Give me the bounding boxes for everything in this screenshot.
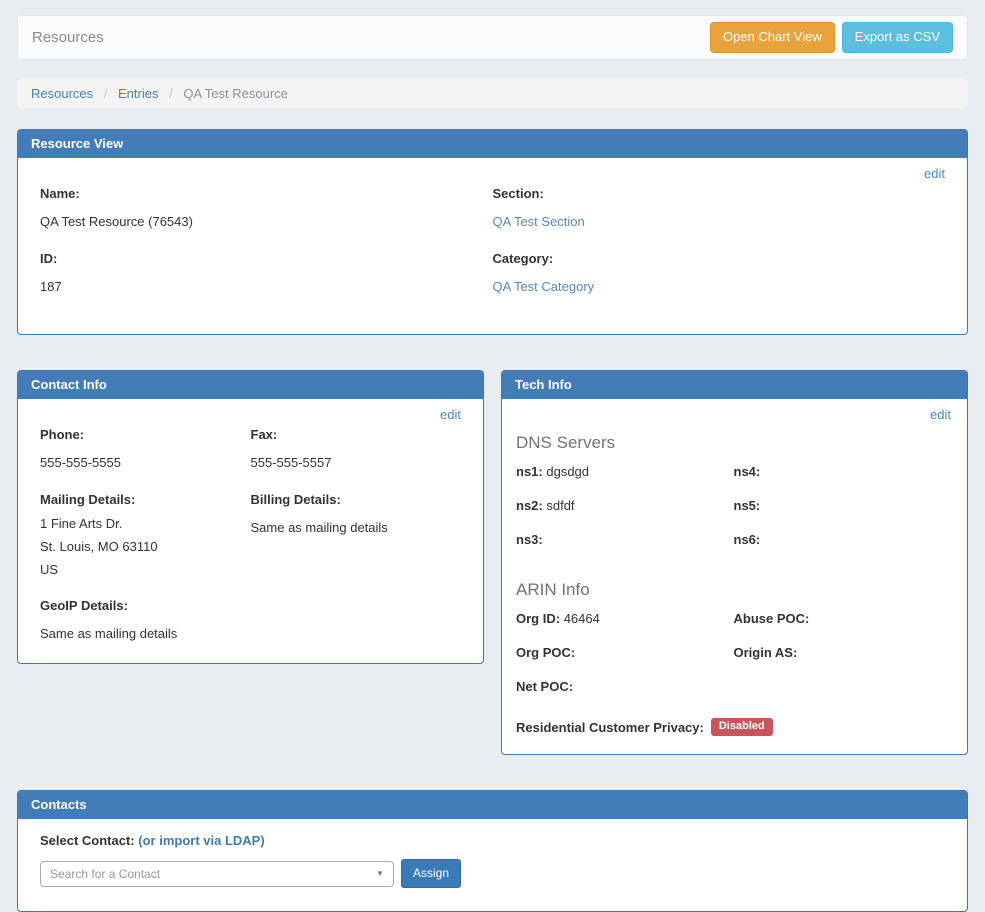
origin-as-field: Origin AS: [734, 646, 952, 659]
resource-view-panel-body: edit Name: QA Test Resource (76543) ID: … [18, 158, 967, 334]
org-id-field: Org ID: 46464 [516, 612, 734, 625]
contacts-panel-body: Select Contact: (or import via LDAP) Sea… [18, 819, 967, 911]
resource-name-field: Name: QA Test Resource (76543) [40, 186, 493, 229]
header-buttons: Open Chart View Export as CSV [710, 22, 953, 52]
contacts-panel-title: Contacts [18, 791, 967, 819]
contact-info-panel-body: edit Phone: 555-555-5555 Fax: 555-555-55… [18, 399, 483, 663]
arin-info-heading: ARIN Info [516, 580, 951, 600]
mailing-address-line: 1 Fine Arts Dr. [40, 517, 251, 530]
fax-field: Fax: 555-555-5557 [251, 427, 462, 470]
net-poc-field: Net POC: [516, 680, 734, 693]
breadcrumb-entries-link[interactable]: Entries [118, 86, 158, 101]
tech-info-edit-link[interactable]: edit [930, 407, 951, 422]
resource-view-panel-title: Resource View [18, 130, 967, 158]
phone-value: 555-555-5555 [40, 455, 251, 470]
net-poc-label: Net POC: [516, 679, 573, 694]
org-id-label: Org ID: [516, 611, 560, 626]
residential-privacy-field: Residential Customer Privacy: Disabled [516, 718, 951, 736]
phone-field: Phone: 555-555-5555 [40, 427, 251, 470]
import-via-ldap-link[interactable]: (or import via LDAP) [138, 833, 264, 848]
breadcrumb-separator: / [169, 86, 173, 101]
ns1-field: ns1: dgsdgd [516, 465, 734, 478]
ns1-label: ns1: [516, 464, 543, 479]
ns4-field: ns4: [734, 465, 952, 478]
spacer [17, 755, 968, 790]
mailing-details-label: Mailing Details: [40, 492, 251, 507]
tech-info-panel: Tech Info edit DNS Servers ns1: dgsdgd n… [501, 370, 968, 755]
resource-section-link[interactable]: QA Test Section [493, 214, 585, 229]
info-panels-row: Contact Info edit Phone: 555-555-5555 Fa… [17, 370, 968, 755]
ns1-value: dgsdgd [546, 464, 589, 479]
resource-id-value: 187 [40, 279, 493, 294]
breadcrumb: Resources / Entries / QA Test Resource [17, 79, 968, 108]
resource-name-label: Name: [40, 186, 493, 201]
ns6-field: ns6: [734, 533, 952, 546]
abuse-poc-field: Abuse POC: [734, 612, 952, 625]
geoip-details-field: GeoIP Details: Same as mailing details [40, 598, 461, 641]
contact-select-placeholder: Search for a Contact [50, 867, 160, 881]
page-title: Resources [32, 29, 104, 46]
dns-servers-heading: DNS Servers [516, 433, 951, 453]
phone-label: Phone: [40, 427, 251, 442]
fax-value: 555-555-5557 [251, 455, 462, 470]
resource-view-panel: Resource View edit Name: QA Test Resourc… [17, 129, 968, 335]
breadcrumb-resources-link[interactable]: Resources [31, 86, 93, 101]
ns4-label: ns4: [734, 464, 761, 479]
mailing-address-line: US [40, 563, 251, 576]
mailing-details-field: Mailing Details: 1 Fine Arts Dr. St. Lou… [40, 492, 251, 576]
ns2-value: sdfdf [546, 498, 574, 513]
ns5-label: ns5: [734, 498, 761, 513]
org-id-value: 46464 [564, 611, 600, 626]
select-contact-label-row: Select Contact: (or import via LDAP) [40, 833, 945, 848]
billing-details-value: Same as mailing details [251, 520, 462, 535]
mailing-address-line: St. Louis, MO 63110 [40, 540, 251, 553]
tech-info-panel-body: edit DNS Servers ns1: dgsdgd ns2: sdfdf … [502, 399, 967, 754]
resource-view-edit-link[interactable]: edit [924, 166, 945, 181]
breadcrumb-separator: / [104, 86, 108, 101]
origin-as-label: Origin AS: [734, 645, 798, 660]
ns2-label: ns2: [516, 498, 543, 513]
resource-id-label: ID: [40, 251, 493, 266]
geoip-details-value: Same as mailing details [40, 626, 461, 641]
privacy-disabled-badge: Disabled [711, 718, 773, 736]
ns5-field: ns5: [734, 499, 952, 512]
resource-section-label: Section: [493, 186, 946, 201]
billing-details-label: Billing Details: [251, 492, 462, 507]
caret-down-icon: ▼ [376, 869, 384, 878]
ns6-label: ns6: [734, 532, 761, 547]
billing-details-field: Billing Details: Same as mailing details [251, 492, 462, 535]
org-poc-field: Org POC: [516, 646, 734, 659]
resource-category-label: Category: [493, 251, 946, 266]
export-csv-button[interactable]: Export as CSV [842, 22, 953, 52]
contact-info-edit-link[interactable]: edit [440, 407, 461, 422]
residential-privacy-label: Residential Customer Privacy: [516, 720, 704, 735]
ns2-field: ns2: sdfdf [516, 499, 734, 512]
page-header: Resources Open Chart View Export as CSV [17, 15, 968, 60]
fax-label: Fax: [251, 427, 462, 442]
geoip-details-label: GeoIP Details: [40, 598, 461, 613]
contact-info-panel: Contact Info edit Phone: 555-555-5555 Fa… [17, 370, 484, 664]
contact-select[interactable]: Search for a Contact ▼ [40, 861, 394, 887]
page: Resources Open Chart View Export as CSV … [0, 0, 985, 912]
ns3-field: ns3: [516, 533, 734, 546]
abuse-poc-label: Abuse POC: [734, 611, 810, 626]
open-chart-view-button[interactable]: Open Chart View [710, 22, 835, 52]
select-contact-label: Select Contact: [40, 833, 135, 848]
org-poc-label: Org POC: [516, 645, 575, 660]
resource-id-field: ID: 187 [40, 251, 493, 294]
breadcrumb-current: QA Test Resource [183, 86, 288, 101]
ns3-label: ns3: [516, 532, 543, 547]
resource-category-link[interactable]: QA Test Category [493, 279, 595, 294]
resource-category-field: Category: QA Test Category [493, 251, 946, 294]
resource-name-value: QA Test Resource (76543) [40, 214, 493, 229]
contacts-panel: Contacts Select Contact: (or import via … [17, 790, 968, 912]
resource-section-field: Section: QA Test Section [493, 186, 946, 229]
tech-info-panel-title: Tech Info [502, 371, 967, 399]
contact-info-panel-title: Contact Info [18, 371, 483, 399]
assign-button[interactable]: Assign [401, 859, 461, 888]
